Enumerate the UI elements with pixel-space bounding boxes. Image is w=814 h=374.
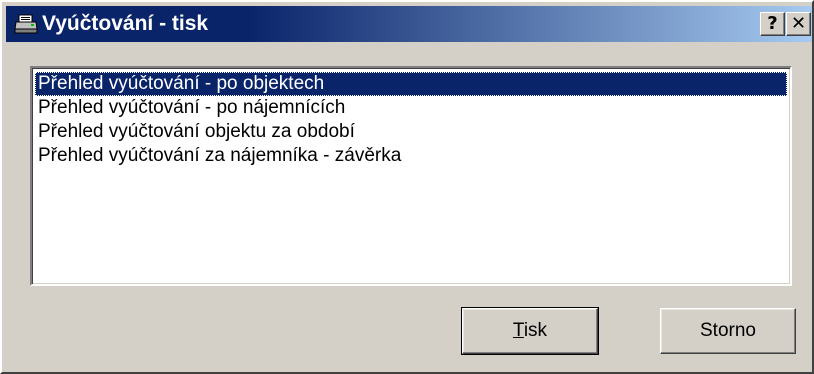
close-icon: ✕ (790, 13, 807, 34)
print-button[interactable]: Tisk (461, 307, 599, 355)
list-item[interactable]: Přehled vyúčtování za nájemníka - závěrk… (35, 144, 787, 168)
print-button-label: isk (523, 320, 548, 341)
list-item[interactable]: Přehled vyúčtování - po objektech (35, 72, 787, 96)
help-icon: ? (767, 13, 778, 34)
list-item[interactable]: Přehled vyúčtování - po nájemnících (35, 96, 787, 120)
title-bar[interactable]: Vyúčtování - tisk ? ✕ (6, 6, 812, 42)
cancel-button[interactable]: Storno (660, 308, 796, 354)
help-button[interactable]: ? (760, 12, 785, 36)
dialog-window: Vyúčtování - tisk ? ✕ Přehled vyúčtování… (0, 0, 814, 374)
window-title: Vyúčtování - tisk (42, 12, 209, 35)
list-item[interactable]: Přehled vyúčtování objektu za období (35, 120, 787, 144)
printer-icon (14, 14, 38, 34)
report-listbox[interactable]: Přehled vyúčtování - po objektech Přehle… (30, 66, 792, 286)
close-button[interactable]: ✕ (786, 12, 811, 36)
cancel-button-label: Storno (700, 320, 756, 341)
print-accelerator: T (512, 320, 524, 341)
